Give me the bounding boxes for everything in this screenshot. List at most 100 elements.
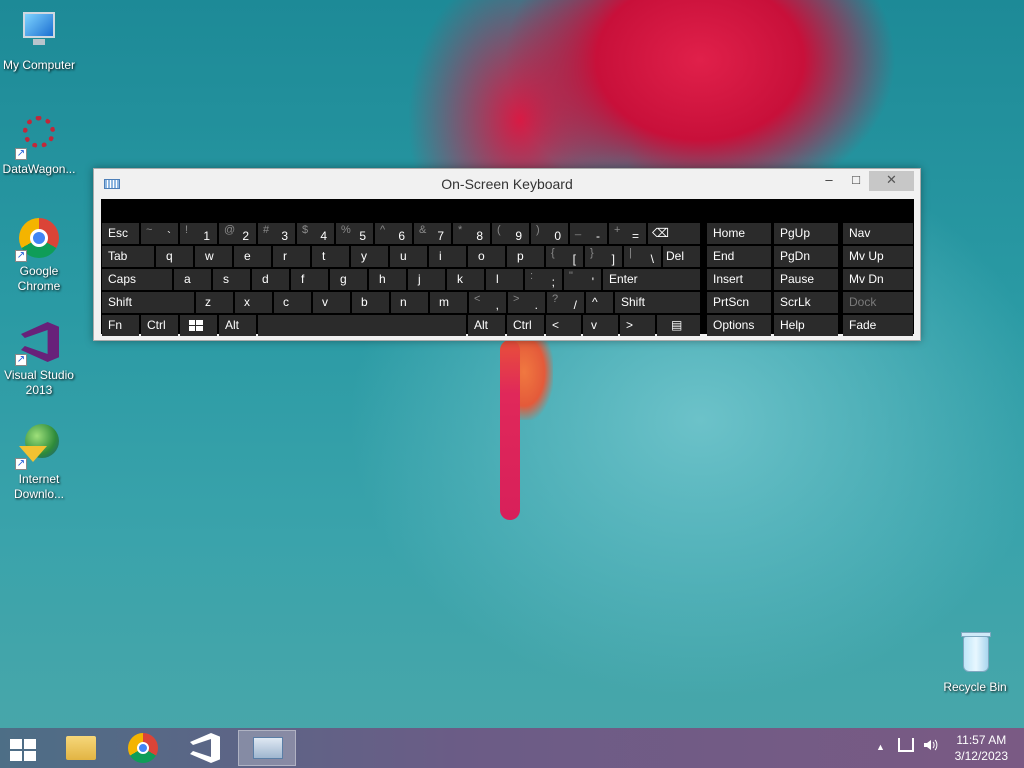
key-bracket-close[interactable]: }] [585, 246, 622, 267]
key-m[interactable]: m [430, 292, 467, 313]
key-9[interactable]: (9 [492, 223, 529, 244]
key-c[interactable]: c [274, 292, 311, 313]
key-r[interactable]: r [273, 246, 310, 267]
options-button[interactable]: Options [707, 315, 771, 336]
key-bracket-open[interactable]: {[ [546, 246, 583, 267]
key-k[interactable]: k [447, 269, 484, 290]
key-backslash[interactable]: | \ [624, 246, 661, 267]
key-7[interactable]: & 7 [414, 223, 451, 244]
key-j[interactable]: j [408, 269, 445, 290]
key-b[interactable]: b [352, 292, 389, 313]
taskbar-on-screen-keyboard[interactable] [238, 730, 296, 766]
key-mv-dn[interactable]: Mv Dn [843, 269, 913, 290]
key-left-arrow[interactable]: < [546, 315, 581, 336]
key-alt-left[interactable]: Alt [219, 315, 256, 336]
key-scrlk[interactable]: ScrLk [774, 292, 838, 313]
key-i[interactable]: i [429, 246, 466, 267]
desktop-icon-visual-studio[interactable]: ↗ Visual Studio 2013 [0, 318, 78, 398]
key-d[interactable]: d [252, 269, 289, 290]
key-prtscn[interactable]: PrtScn [707, 292, 771, 313]
key-h[interactable]: h [369, 269, 406, 290]
key-ctrl-right[interactable]: Ctrl [507, 315, 544, 336]
key-pgup[interactable]: PgUp [774, 223, 838, 244]
key-0[interactable]: ) 0 [531, 223, 568, 244]
key-y[interactable]: y [351, 246, 388, 267]
key-l[interactable]: l [486, 269, 523, 290]
minimize-button[interactable]: – [816, 171, 842, 191]
key-o[interactable]: o [468, 246, 505, 267]
taskbar-chrome[interactable] [114, 730, 172, 766]
key-backtick[interactable]: ~ ` [141, 223, 178, 244]
key-backspace[interactable]: ⌫ [648, 223, 700, 244]
desktop-icon-chrome[interactable]: ↗ Google Chrome [0, 214, 78, 294]
key-context-menu[interactable]: ▤ [657, 315, 700, 336]
key-pgdn[interactable]: PgDn [774, 246, 838, 267]
key-semicolon[interactable]: :; [525, 269, 562, 290]
key-g[interactable]: g [330, 269, 367, 290]
key-space[interactable] [258, 315, 466, 336]
key-equals[interactable]: + = [609, 223, 646, 244]
key-6[interactable]: ^ 6 [375, 223, 412, 244]
key-a[interactable]: a [174, 269, 211, 290]
key-down-arrow[interactable]: v [583, 315, 618, 336]
key-end[interactable]: End [707, 246, 771, 267]
taskbar-file-explorer[interactable] [52, 730, 110, 766]
close-button[interactable]: ✕ [869, 171, 914, 191]
key-1[interactable]: ! 1 [180, 223, 217, 244]
key-q[interactable]: q [156, 246, 193, 267]
desktop-icon-datawagon[interactable]: ↗ DataWagon... [0, 112, 78, 177]
taskbar-visual-studio[interactable] [176, 730, 234, 766]
key-w[interactable]: w [195, 246, 232, 267]
key-t[interactable]: t [312, 246, 349, 267]
start-button[interactable] [0, 730, 58, 766]
key-z[interactable]: z [196, 292, 233, 313]
desktop-icon-my-computer[interactable]: My Computer [0, 8, 78, 73]
show-hidden-icons-button[interactable]: ▲ [876, 742, 885, 752]
on-screen-keyboard-window[interactable]: On-Screen Keyboard – □ ✕ Esc ~ ` ! 1 @2 #3… [93, 168, 921, 341]
key-caps[interactable]: Caps [102, 269, 172, 290]
key-s[interactable]: s [213, 269, 250, 290]
key-slash[interactable]: ? / [547, 292, 584, 313]
key-home[interactable]: Home [707, 223, 771, 244]
key-enter[interactable]: Enter [603, 269, 700, 290]
key-fn[interactable]: Fn [102, 315, 139, 336]
key-8[interactable]: * 8 [453, 223, 490, 244]
key-n[interactable]: n [391, 292, 428, 313]
key-pause[interactable]: Pause [774, 269, 838, 290]
key-2[interactable]: @2 [219, 223, 256, 244]
desktop-icon-internet-download-manager[interactable]: ↗ Internet Downlo... [0, 422, 78, 502]
key-del[interactable]: Del [663, 246, 700, 267]
network-icon[interactable] [898, 738, 914, 752]
key-shift-left[interactable]: Shift [102, 292, 194, 313]
help-button[interactable]: Help [774, 315, 838, 336]
osk-title-bar[interactable]: On-Screen Keyboard – □ ✕ [94, 169, 920, 199]
desktop-icon-recycle-bin[interactable]: Recycle Bin [936, 630, 1014, 695]
key-period[interactable]: >. [508, 292, 545, 313]
key-p[interactable]: p [507, 246, 544, 267]
key-u[interactable]: u [390, 246, 427, 267]
key-nav[interactable]: Nav [843, 223, 913, 244]
key-5[interactable]: % 5 [336, 223, 373, 244]
key-windows[interactable] [180, 315, 217, 336]
key-quote[interactable]: " ' [564, 269, 601, 290]
volume-icon[interactable] [922, 737, 938, 756]
key-shift-right[interactable]: Shift [615, 292, 700, 313]
key-ctrl-left[interactable]: Ctrl [141, 315, 178, 336]
key-4[interactable]: $4 [297, 223, 334, 244]
key-f[interactable]: f [291, 269, 328, 290]
key-insert[interactable]: Insert [707, 269, 771, 290]
key-tab[interactable]: Tab [102, 246, 154, 267]
key-e[interactable]: e [234, 246, 271, 267]
key-up-arrow[interactable]: ^ [586, 292, 613, 313]
key-dock[interactable]: Dock [843, 292, 913, 313]
key-comma[interactable]: <, [469, 292, 506, 313]
maximize-button[interactable]: □ [843, 171, 869, 191]
key-3[interactable]: #3 [258, 223, 295, 244]
key-mv-up[interactable]: Mv Up [843, 246, 913, 267]
key-x[interactable]: x [235, 292, 272, 313]
key-esc[interactable]: Esc [102, 223, 139, 244]
key-minus[interactable]: _ - [570, 223, 607, 244]
clock[interactable]: 11:57 AM 3/12/2023 [955, 732, 1008, 764]
fade-button[interactable]: Fade [843, 315, 913, 336]
key-alt-right[interactable]: Alt [468, 315, 505, 336]
